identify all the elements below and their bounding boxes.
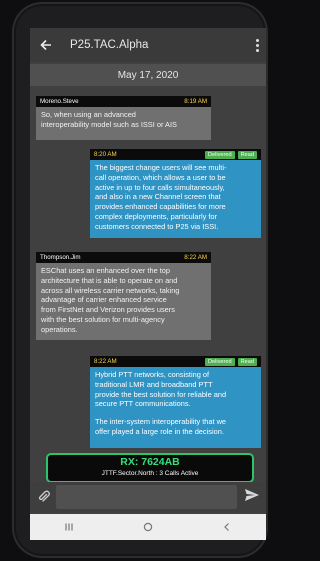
message-input[interactable] xyxy=(56,485,238,509)
rx-channel-info: JTTF.Sector.North : 3 Calls Active xyxy=(101,470,199,477)
message-time: 8:19 AM xyxy=(184,97,207,105)
message-line: advantage of carrier enhanced service xyxy=(41,295,167,305)
compose-bar xyxy=(30,482,266,512)
message-paragraph: The inter-system interoperability that w… xyxy=(95,417,256,437)
message-header: 8:20 AM Delivered Read xyxy=(90,149,261,160)
read-badge: Read xyxy=(237,357,257,366)
back-arrow-icon[interactable] xyxy=(36,39,56,51)
message-line: interoperability model such as ISSI or A… xyxy=(41,119,177,129)
message-body: The biggest change users will see multi-… xyxy=(90,160,261,235)
message-line: The inter-system interoperability that w… xyxy=(95,417,227,427)
status-badges: Delivered Read xyxy=(204,150,257,159)
home-icon[interactable] xyxy=(136,517,160,537)
message-line: active in up to four calls simultaneousl… xyxy=(95,182,225,192)
app-screen: P25.TAC.Alpha May 17, 2020 Moreno.Steve … xyxy=(30,28,266,540)
message-line: complex deployments, particularly for xyxy=(95,211,217,221)
message-line: architecture that is able to operate on … xyxy=(41,275,178,285)
message-header: 8:22 AM Delivered Read xyxy=(90,356,261,367)
message-outgoing[interactable]: 8:20 AM Delivered Read The biggest chang… xyxy=(90,149,261,238)
top-app-bar: P25.TAC.Alpha xyxy=(30,28,266,62)
message-line: operations. xyxy=(41,324,78,334)
read-badge: Read xyxy=(237,150,257,159)
sender-name: Thompson.Jim xyxy=(40,253,81,261)
message-line: across all wireless carrier networks, ta… xyxy=(41,285,180,295)
message-line: provide the best solution for reliable a… xyxy=(95,389,227,399)
status-badges: Delivered Read xyxy=(204,357,257,366)
message-line: offer played a large role in the decisio… xyxy=(95,426,224,436)
message-time: 8:22 AM xyxy=(94,357,117,365)
paperclip-icon[interactable] xyxy=(36,490,52,504)
rx-status-panel[interactable]: RX: 7624AB JTTF.Sector.North : 3 Calls A… xyxy=(46,453,254,483)
message-incoming[interactable]: Thompson.Jim 8:22 AM ESChat uses an enha… xyxy=(36,252,211,340)
message-outgoing[interactable]: 8:22 AM Delivered Read Hybrid PTT networ… xyxy=(90,356,261,448)
message-line: So, when using an advanced xyxy=(41,110,136,119)
message-paragraph: Hybrid PTT networks, consisting of tradi… xyxy=(95,370,256,409)
message-line: The biggest change users will see multi- xyxy=(95,163,227,172)
message-body: Hybrid PTT networks, consisting of tradi… xyxy=(90,367,261,440)
message-line: provides enhanced capabilities for more xyxy=(95,202,226,212)
channel-title: P25.TAC.Alpha xyxy=(70,39,149,51)
send-icon xyxy=(244,487,260,508)
delivered-badge: Delivered xyxy=(204,357,235,366)
rx-id: RX: 7624AB xyxy=(120,456,180,468)
message-incoming[interactable]: Moreno.Steve 8:19 AM So, when using an a… xyxy=(36,96,211,140)
message-line: ESChat uses an enhanced over the top xyxy=(41,266,171,275)
message-line: Hybrid PTT networks, consisting of xyxy=(95,370,210,379)
send-button[interactable] xyxy=(241,484,262,510)
message-time: 8:20 AM xyxy=(94,150,117,158)
message-line: with the best solution for multi-agency xyxy=(41,314,165,324)
message-line: customers connected to P25 via ISSI. xyxy=(95,221,219,231)
date-divider: May 17, 2020 xyxy=(30,64,266,86)
message-line: and also in a new Channel screen that xyxy=(95,192,221,202)
delivered-badge: Delivered xyxy=(204,150,235,159)
message-line: from FirstNet and Verizon provides users xyxy=(41,305,175,315)
message-time: 8:22 AM xyxy=(184,253,207,261)
recents-icon[interactable] xyxy=(57,517,81,537)
message-body: So, when using an advanced interoperabil… xyxy=(36,107,211,133)
message-line: call operation, which allows a user to b… xyxy=(95,172,226,182)
sender-name: Moreno.Steve xyxy=(40,97,79,105)
system-nav-bar xyxy=(30,514,266,540)
message-header: Moreno.Steve 8:19 AM xyxy=(36,96,211,107)
date-label: May 17, 2020 xyxy=(117,69,179,81)
back-nav-icon[interactable] xyxy=(215,517,239,537)
message-line: secure PTT communications. xyxy=(95,399,191,409)
more-vert-icon[interactable] xyxy=(254,38,260,52)
message-body: ESChat uses an enhanced over the top arc… xyxy=(36,263,211,338)
message-header: Thompson.Jim 8:22 AM xyxy=(36,252,211,263)
message-line: traditional LMR and broadband PTT xyxy=(95,379,213,389)
